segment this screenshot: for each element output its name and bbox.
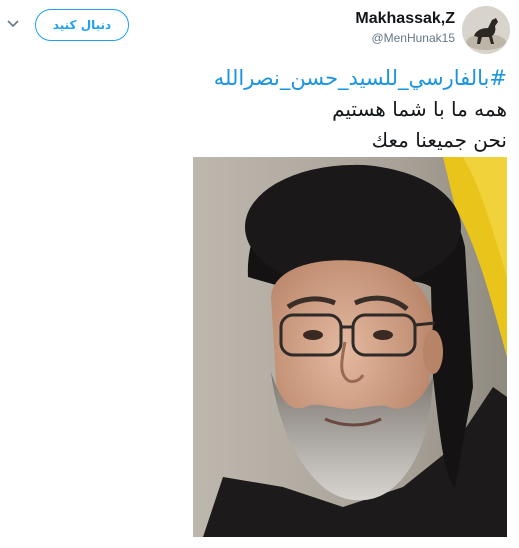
follow-button[interactable]: دنبال کنید — [35, 9, 129, 41]
tweet-text-line-persian: همه ما با شما هستیم — [332, 97, 507, 121]
tweet-card: دنبال کنید Makhassak,Z @MenHunak15 #بالف… — [0, 0, 519, 548]
avatar[interactable] — [462, 6, 510, 54]
user-handle[interactable]: @MenHunak15 — [371, 31, 455, 45]
tweet-text-line-arabic: نحن جميعنا معك — [371, 128, 507, 152]
display-name[interactable]: Makhassak,Z — [355, 10, 455, 28]
tweet-photo[interactable] — [193, 157, 507, 537]
chevron-down-icon[interactable] — [6, 17, 20, 31]
hashtag-link[interactable]: #بالفارسي_للسيد_حسن_نصرالله — [214, 66, 507, 90]
